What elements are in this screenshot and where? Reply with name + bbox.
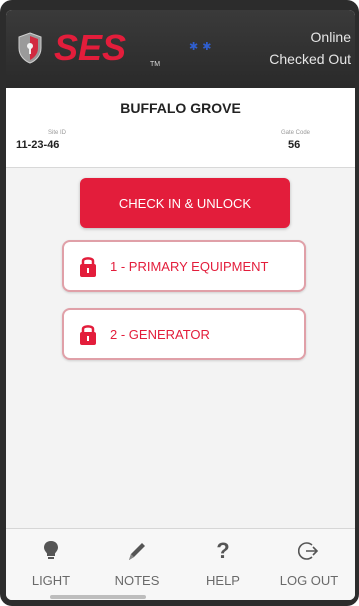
gate-code-caption: Gate Code xyxy=(281,130,311,136)
lock-button-primary-equipment[interactable]: 1 - PRIMARY EQUIPMENT xyxy=(62,240,306,292)
bluetooth-icon: ✱✱ xyxy=(189,41,216,53)
lock-icon xyxy=(80,257,96,277)
nav-logout[interactable]: LOG OUT xyxy=(274,529,344,595)
status-checked: Checked Out xyxy=(269,51,351,67)
lightbulb-icon xyxy=(44,541,58,559)
nav-label: LOG OUT xyxy=(279,573,339,588)
gate-code-value: 56 xyxy=(288,139,301,151)
site-name: BUFFALO GROVE xyxy=(120,100,241,116)
check-in-unlock-button[interactable]: CHECK IN & UNLOCK xyxy=(80,178,290,228)
site-id-caption: Site ID xyxy=(48,130,67,136)
nav-label: HELP xyxy=(206,573,240,588)
nav-help[interactable]: ? HELP xyxy=(188,529,258,595)
trademark-text: TM xyxy=(150,61,160,68)
ses-logo: SES TM xyxy=(54,28,160,68)
app-screen: SES TM ✱✱ Online Checked Out BUFFALO GRO… xyxy=(6,10,355,600)
device-frame: SES TM ✱✱ Online Checked Out BUFFALO GRO… xyxy=(0,0,359,606)
bottom-nav: LIGHT NOTES ? HELP LOG OUT xyxy=(6,528,355,600)
logout-icon xyxy=(298,542,319,560)
lock-label: 1 - PRIMARY EQUIPMENT xyxy=(110,258,269,274)
nav-notes[interactable]: NOTES xyxy=(102,529,172,595)
site-info-panel: BUFFALO GROVE Site ID 11-23-46 Gate Code… xyxy=(6,88,355,168)
status-online: Online xyxy=(310,29,351,45)
header-bar: SES TM ✱✱ Online Checked Out xyxy=(6,10,355,88)
site-id-value: 11-23-46 xyxy=(16,139,60,151)
lock-label: 2 - GENERATOR xyxy=(110,326,210,342)
question-icon: ? xyxy=(216,538,230,563)
pencil-icon xyxy=(129,543,145,560)
nav-label: NOTES xyxy=(114,573,160,588)
nav-label: LIGHT xyxy=(31,573,71,588)
logo-text: SES xyxy=(54,28,126,68)
connection-status: Online Checked Out xyxy=(269,26,351,70)
lock-icon xyxy=(80,325,96,345)
lock-button-generator[interactable]: 2 - GENERATOR xyxy=(62,308,306,360)
main-content: CHECK IN & UNLOCK 1 - PRIMARY EQUIPMENT … xyxy=(6,168,355,528)
nav-light[interactable]: LIGHT xyxy=(16,529,86,595)
shield-icon xyxy=(18,32,42,64)
scroll-indicator xyxy=(50,595,146,599)
